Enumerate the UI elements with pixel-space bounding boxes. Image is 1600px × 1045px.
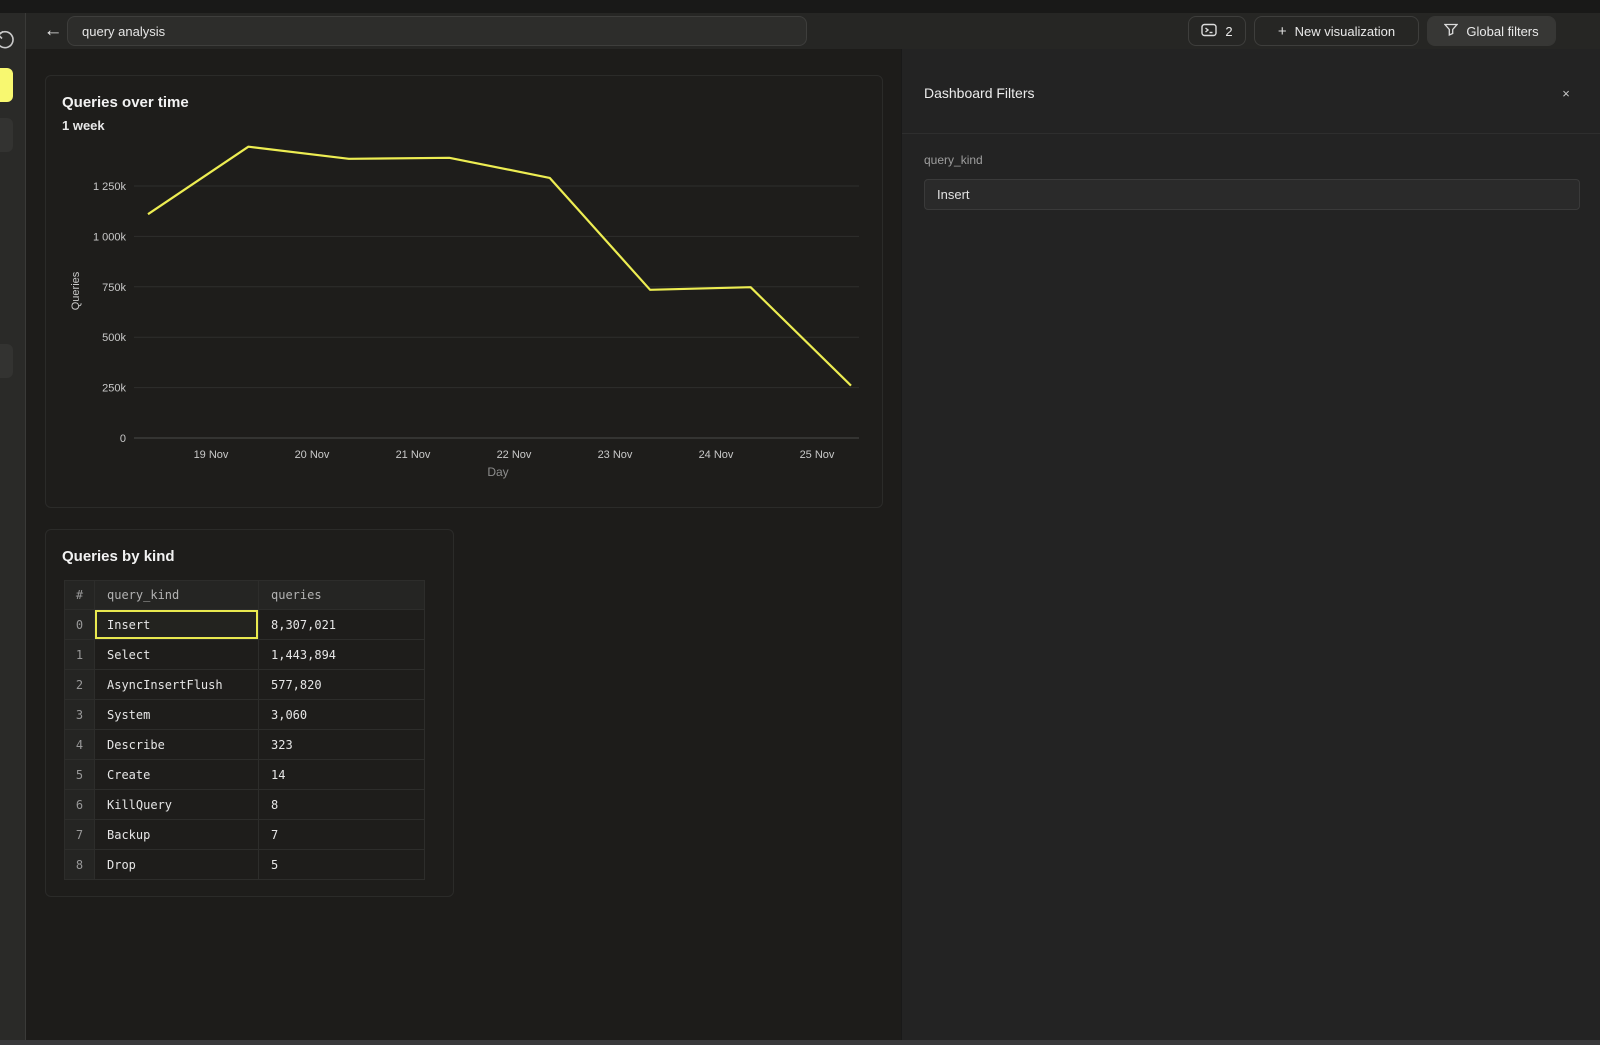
svg-text:0: 0 [120,433,126,445]
chart-title: Queries over time [62,94,189,111]
row-index: 2 [65,670,95,700]
sql-console-button[interactable]: 2 [1188,16,1246,46]
row-index: 6 [65,790,95,820]
row-index: 3 [65,700,95,730]
col-header-index: # [65,581,95,610]
queries-table: # query_kind queries 0Insert8,307,0211Se… [64,580,425,880]
queries-by-kind-card: Queries by kind # query_kind queries 0In… [45,529,454,897]
new-visualization-button[interactable]: + New visualization [1254,16,1419,46]
svg-text:21 Nov: 21 Nov [396,449,431,461]
svg-text:24 Nov: 24 Nov [699,449,734,461]
queries-over-time-card: Queries over time 1 week 0250k500k750k1 … [45,75,883,508]
cell-query-kind[interactable]: System [95,700,259,730]
cell-queries[interactable]: 8,307,021 [259,610,425,640]
row-index: 4 [65,730,95,760]
plus-icon: + [1278,23,1287,40]
queries-table-body: 0Insert8,307,0211Select1,443,8942AsyncIn… [65,610,425,880]
sidebar-tab[interactable] [0,118,13,152]
col-header-queries: queries [259,581,425,610]
sidebar-tab[interactable] [0,344,13,378]
table-row[interactable]: 0Insert8,307,021 [65,610,425,640]
history-refresh-icon[interactable] [0,29,16,56]
queries-chart[interactable]: 0 250k 500k 750k 1 000k 1 250k Queries 19 Nov 20… [46,131,882,493]
row-index: 5 [65,760,95,790]
cell-query-kind[interactable]: Describe [95,730,259,760]
table-row[interactable]: 1Select1,443,894 [65,640,425,670]
cell-queries[interactable]: 5 [259,850,425,880]
toolbar: ← 2 + New visualization Global filters [26,13,1600,49]
svg-text:Queries: Queries [70,271,82,310]
cell-query-kind[interactable]: Select [95,640,259,670]
table-row[interactable]: 2AsyncInsertFlush577,820 [65,670,425,700]
cell-queries[interactable]: 323 [259,730,425,760]
svg-text:20 Nov: 20 Nov [295,449,330,461]
cell-query-kind[interactable]: KillQuery [95,790,259,820]
svg-text:750k: 750k [102,282,126,294]
new-visualization-label: New visualization [1295,24,1395,39]
cell-query-kind[interactable]: Create [95,760,259,790]
cell-queries[interactable]: 3,060 [259,700,425,730]
svg-text:Day: Day [487,465,508,479]
back-arrow-icon[interactable]: ← [39,17,67,45]
filter-field-label: query_kind [924,153,983,167]
left-sidebar [0,13,26,1045]
cell-queries[interactable]: 14 [259,760,425,790]
close-icon[interactable]: × [1556,83,1576,103]
row-index: 8 [65,850,95,880]
cell-queries[interactable]: 7 [259,820,425,850]
global-filters-button[interactable]: Global filters [1427,16,1556,46]
row-index: 7 [65,820,95,850]
row-index: 1 [65,640,95,670]
svg-text:22 Nov: 22 Nov [497,449,532,461]
dashboard-title-input[interactable] [67,16,807,46]
svg-text:1 250k: 1 250k [93,181,127,193]
funnel-filter-icon [1444,23,1458,39]
table-header-row: # query_kind queries [65,581,425,610]
cell-queries[interactable]: 1,443,894 [259,640,425,670]
sidebar-tab-active[interactable] [0,68,13,102]
filters-panel-title: Dashboard Filters [924,85,1035,101]
global-filters-label: Global filters [1466,24,1538,39]
window-top-strip [0,0,1600,13]
dashboard-filters-panel: Dashboard Filters × query_kind [901,49,1600,1040]
query-kind-filter-input[interactable] [924,179,1580,210]
table-row[interactable]: 3System3,060 [65,700,425,730]
col-header-query-kind: query_kind [95,581,259,610]
table-row[interactable]: 4Describe323 [65,730,425,760]
svg-text:500k: 500k [102,332,126,344]
svg-text:19 Nov: 19 Nov [194,449,229,461]
svg-text:23 Nov: 23 Nov [598,449,633,461]
cell-query-kind[interactable]: Backup [95,820,259,850]
table-row[interactable]: 7Backup7 [65,820,425,850]
cell-query-kind[interactable]: Drop [95,850,259,880]
console-count: 2 [1225,24,1232,39]
row-index: 0 [65,610,95,640]
svg-text:25 Nov: 25 Nov [800,449,835,461]
svg-text:250k: 250k [102,383,126,395]
panel-divider [902,133,1600,134]
cell-queries[interactable]: 8 [259,790,425,820]
cell-query-kind[interactable]: AsyncInsertFlush [95,670,259,700]
svg-text:1 000k: 1 000k [93,231,127,243]
table-row[interactable]: 5Create14 [65,760,425,790]
cell-queries[interactable]: 577,820 [259,670,425,700]
table-title: Queries by kind [62,548,175,565]
window-bottom-strip [0,1040,1600,1045]
table-row[interactable]: 6KillQuery8 [65,790,425,820]
table-row[interactable]: 8Drop5 [65,850,425,880]
terminal-icon [1201,23,1217,40]
cell-query-kind[interactable]: Insert [95,610,259,640]
